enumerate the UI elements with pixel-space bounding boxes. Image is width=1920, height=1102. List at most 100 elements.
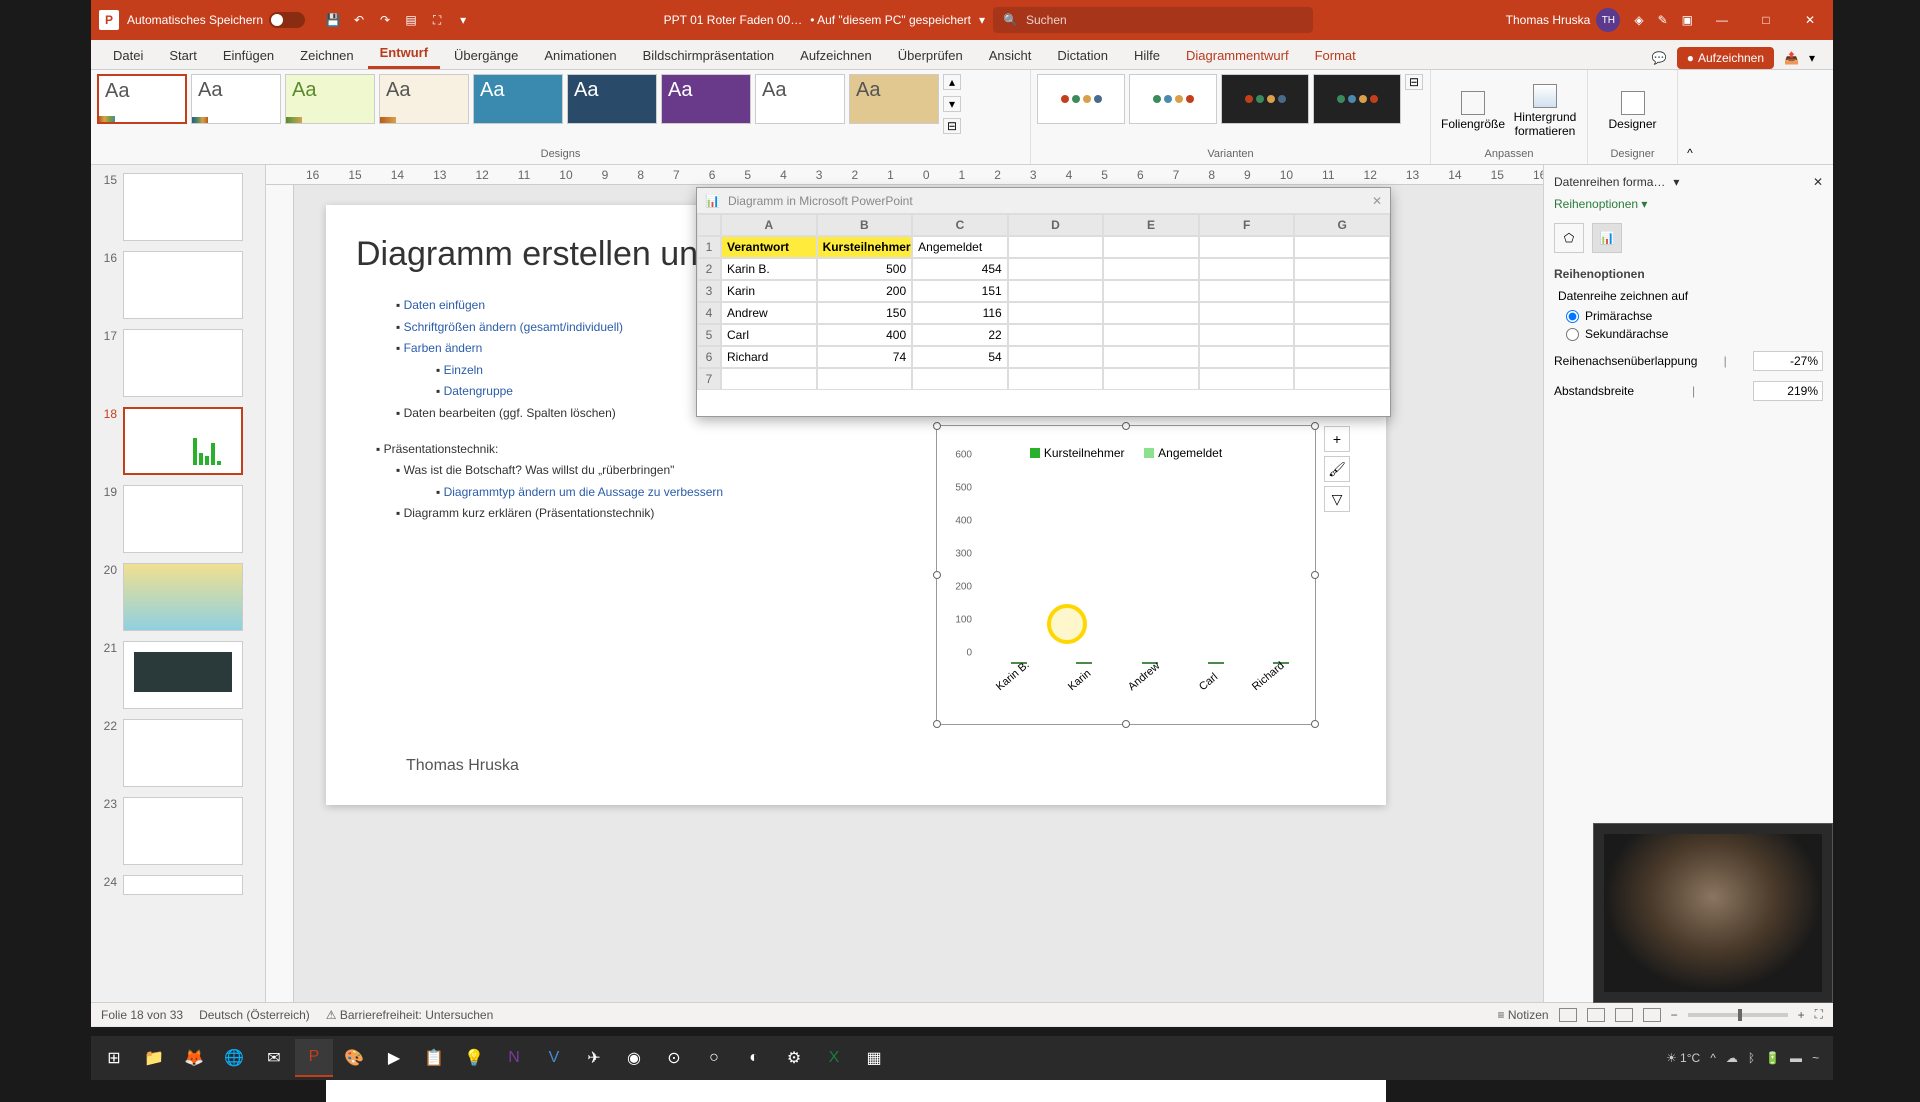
minimize-button[interactable]: —: [1707, 5, 1737, 35]
search-input[interactable]: [1026, 13, 1303, 27]
design-thumb[interactable]: Aa: [191, 74, 281, 124]
format-bg-button[interactable]: Hintergrund formatieren: [1509, 74, 1581, 148]
design-thumb[interactable]: Aa: [567, 74, 657, 124]
tab-entwurf[interactable]: Entwurf: [368, 39, 440, 69]
app-icon[interactable]: 📋: [415, 1039, 453, 1077]
app-icon[interactable]: V: [535, 1039, 573, 1077]
tab-bildschirm[interactable]: Bildschirmpräsentation: [631, 42, 787, 69]
close-button[interactable]: ✕: [1795, 5, 1825, 35]
reading-view-icon[interactable]: [1615, 1008, 1633, 1022]
settings-icon[interactable]: ⚙: [775, 1039, 813, 1077]
chart-style-icon[interactable]: 🖌: [1324, 456, 1350, 482]
app-icon[interactable]: ▦: [855, 1039, 893, 1077]
pane-dropdown-icon[interactable]: ▾: [1673, 175, 1679, 189]
qat-icon2[interactable]: ⛶: [429, 12, 445, 28]
tray-battery-icon[interactable]: 🔋: [1765, 1051, 1780, 1065]
tab-diagrammentwurf[interactable]: Diagrammentwurf: [1174, 42, 1301, 69]
tab-ansicht[interactable]: Ansicht: [977, 42, 1044, 69]
outlook-icon[interactable]: ✉: [255, 1039, 293, 1077]
search-box[interactable]: 🔍: [993, 7, 1313, 33]
redo-icon[interactable]: ↷: [377, 12, 393, 28]
slide-counter[interactable]: Folie 18 von 33: [101, 1008, 183, 1022]
slide-thumb-16[interactable]: [123, 251, 243, 319]
explorer-icon[interactable]: 📁: [135, 1039, 173, 1077]
overlap-input[interactable]: [1753, 351, 1823, 371]
tab-uebergaenge[interactable]: Übergänge: [442, 42, 530, 69]
fill-outline-icon[interactable]: ⬠: [1554, 223, 1584, 253]
slide-thumbnails[interactable]: 15 16 17 18 19 20 21 22 23 24: [91, 165, 266, 1002]
slideshow-view-icon[interactable]: [1643, 1008, 1661, 1022]
gallery-up-icon[interactable]: ▴: [943, 74, 961, 90]
tab-datei[interactable]: Datei: [101, 42, 155, 69]
app-icon[interactable]: ⊙: [655, 1039, 693, 1077]
slide-thumb-24[interactable]: [123, 875, 243, 895]
chrome-icon[interactable]: 🌐: [215, 1039, 253, 1077]
tab-animationen[interactable]: Animationen: [532, 42, 628, 69]
comments-icon[interactable]: 💬: [1652, 51, 1667, 65]
zoom-in-icon[interactable]: +: [1798, 1008, 1805, 1022]
qat-more-icon[interactable]: ▾: [455, 12, 471, 28]
chart-plot[interactable]: 600 500 400 300 200 100 0: [977, 466, 1305, 664]
app-icon[interactable]: ◉: [615, 1039, 653, 1077]
data-grid[interactable]: ABCDEFG 1VerantwortKursteilnehmerAngemel…: [697, 214, 1390, 390]
gallery-more-icon[interactable]: ⊟: [943, 118, 961, 134]
design-thumb[interactable]: Aa: [661, 74, 751, 124]
app-icon[interactable]: 🎨: [335, 1039, 373, 1077]
fit-window-icon[interactable]: ⛶: [1815, 1007, 1823, 1022]
user-account[interactable]: Thomas Hruska TH: [1506, 8, 1621, 32]
document-title[interactable]: PPT 01 Roter Faden 00…: [664, 13, 803, 27]
tab-einfuegen[interactable]: Einfügen: [211, 42, 286, 69]
variant-thumb[interactable]: [1037, 74, 1125, 124]
app-icon[interactable]: 💡: [455, 1039, 493, 1077]
tab-start[interactable]: Start: [157, 42, 208, 69]
window-icon[interactable]: ▣: [1682, 13, 1693, 27]
zoom-out-icon[interactable]: −: [1671, 1008, 1678, 1022]
tabs-dropdown-icon[interactable]: ▾: [1809, 51, 1815, 65]
tab-hilfe[interactable]: Hilfe: [1122, 42, 1172, 69]
start-button[interactable]: ⊞: [95, 1039, 133, 1077]
powerpoint-icon[interactable]: P: [295, 1039, 333, 1077]
app-icon[interactable]: ◐: [735, 1039, 773, 1077]
tray-signature[interactable]: ~: [1812, 1051, 1819, 1065]
onenote-icon[interactable]: N: [495, 1039, 533, 1077]
collapse-ribbon-icon[interactable]: ^: [1678, 70, 1702, 164]
record-button[interactable]: ● Aufzeichnen: [1677, 47, 1774, 69]
slide-thumb-15[interactable]: [123, 173, 243, 241]
undo-icon[interactable]: ↶: [351, 12, 367, 28]
chart-add-icon[interactable]: +: [1324, 426, 1350, 452]
autosave-toggle[interactable]: [269, 12, 305, 28]
accessibility-check[interactable]: ⚠ Barrierefreiheit: Untersuchen: [326, 1008, 494, 1022]
slide-body[interactable]: Daten einfügen Schriftgrößen ändern (ges…: [376, 295, 723, 525]
qat-icon[interactable]: ▤: [403, 12, 419, 28]
design-thumb[interactable]: Aa: [285, 74, 375, 124]
format-pane-close[interactable]: ✕: [1813, 175, 1823, 189]
tab-ueberpruefen[interactable]: Überprüfen: [886, 42, 975, 69]
slide-thumb-19[interactable]: [123, 485, 243, 553]
variant-thumb[interactable]: [1221, 74, 1309, 124]
diamond-icon[interactable]: ◈: [1634, 13, 1643, 27]
gap-input[interactable]: [1753, 381, 1823, 401]
design-thumb[interactable]: Aa: [849, 74, 939, 124]
tab-format[interactable]: Format: [1303, 42, 1368, 69]
sorter-view-icon[interactable]: [1587, 1008, 1605, 1022]
pen-icon[interactable]: ✎: [1658, 13, 1668, 27]
tab-aufzeichnen[interactable]: Aufzeichnen: [788, 42, 884, 69]
title-dropdown-icon[interactable]: ▾: [979, 13, 985, 27]
telegram-icon[interactable]: ✈: [575, 1039, 613, 1077]
design-thumb[interactable]: Aa: [473, 74, 563, 124]
variant-more-icon[interactable]: ⊟: [1405, 74, 1423, 90]
slide-thumb-22[interactable]: [123, 719, 243, 787]
chart-data-window[interactable]: 📊 Diagramm in Microsoft PowerPoint ✕ ABC…: [696, 187, 1391, 417]
secondary-axis-radio[interactable]: Sekundärachse: [1566, 327, 1823, 341]
variant-thumb[interactable]: [1129, 74, 1217, 124]
firefox-icon[interactable]: 🦊: [175, 1039, 213, 1077]
zoom-slider[interactable]: [1688, 1013, 1788, 1017]
tray-bluetooth-icon[interactable]: ᛒ: [1748, 1051, 1755, 1065]
gallery-down-icon[interactable]: ▾: [943, 96, 961, 112]
design-thumb[interactable]: Aa: [97, 74, 187, 124]
tray-cloud-icon[interactable]: ☁: [1726, 1051, 1738, 1065]
save-icon[interactable]: 💾: [325, 12, 341, 28]
maximize-button[interactable]: □: [1751, 5, 1781, 35]
chart-filter-icon[interactable]: ▽: [1324, 486, 1350, 512]
tray-chevron-icon[interactable]: ^: [1710, 1051, 1716, 1065]
